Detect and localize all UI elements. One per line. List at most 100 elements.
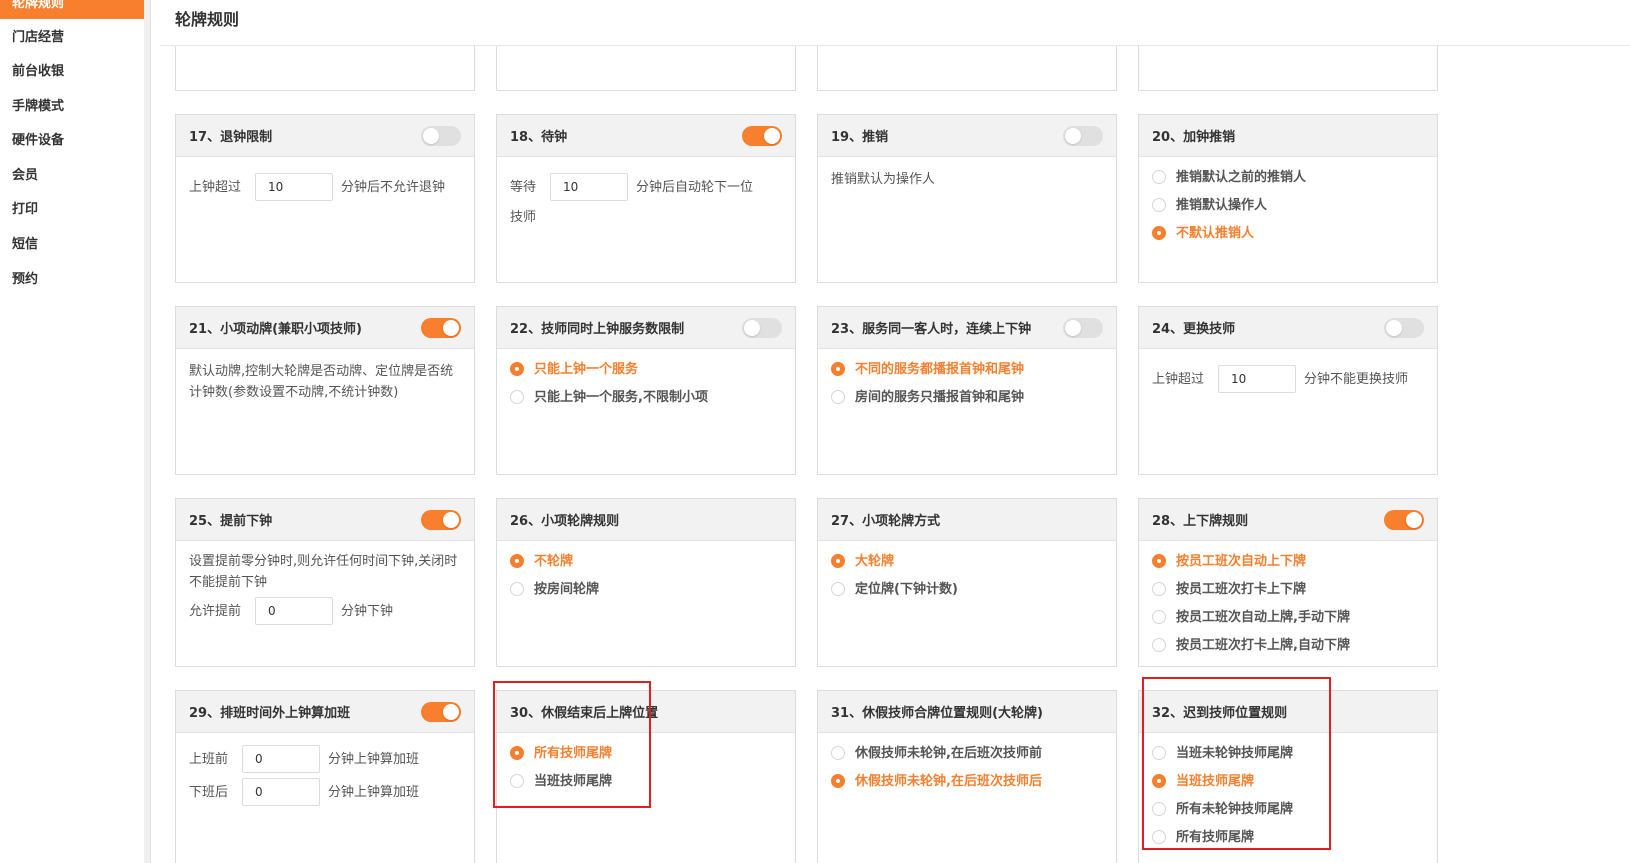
card-28-board-rules: 28、上下牌规则 按员工班次自动上下牌 按员工班次打卡上下牌 按员工班次自动上牌… [1138, 498, 1438, 667]
card-title: 30、休假结束后上牌位置 [510, 706, 659, 721]
card-partial-1 [175, 46, 475, 91]
field-label: 上钟超过 [189, 179, 242, 195]
sidebar-item-rotation-rules[interactable]: 轮牌规则 [0, 0, 145, 19]
sidebar-item-print[interactable]: 打印 [0, 195, 145, 225]
sidebar-item-hand-tag-mode[interactable]: 手牌模式 [0, 92, 145, 122]
card-title: 28、上下牌规则 [1152, 514, 1249, 529]
toggle-switch[interactable] [421, 317, 461, 338]
radio-icon [1152, 802, 1166, 816]
card-partial-3 [817, 46, 1117, 91]
radio-icon [1152, 198, 1166, 212]
radio-option[interactable]: 当班未轮钟技师尾牌 [1152, 739, 1424, 767]
field-suffix: 分钟不能更换技师 [1304, 371, 1409, 387]
toggle-switch[interactable] [1063, 317, 1103, 338]
radio-option[interactable]: 推销默认之前的推销人 [1152, 163, 1424, 191]
sidebar-item-front-desk-cashier[interactable]: 前台收银 [0, 57, 145, 87]
radio-option[interactable]: 当班技师尾牌 [1152, 767, 1424, 795]
sidebar-item-hardware[interactable]: 硬件设备 [0, 126, 145, 156]
radio-option[interactable]: 大轮牌 [831, 547, 1103, 575]
card-description: 默认动牌,控制大轮牌是否动牌、定位牌是否统计钟数(参数设置不动牌,不统计钟数) [189, 364, 454, 400]
card-30-post-leave-position: 30、休假结束后上牌位置 所有技师尾牌 当班技师尾牌 [496, 690, 796, 863]
card-title: 26、小项轮牌规则 [510, 514, 620, 529]
radio-option[interactable]: 休假技师未轮钟,在后班次技师后 [831, 767, 1103, 795]
radio-icon [1152, 610, 1166, 624]
radio-option[interactable]: 当班技师尾牌 [510, 767, 782, 795]
field-label: 上班前 [189, 751, 229, 767]
toggle-switch[interactable] [742, 317, 782, 338]
card-23-same-customer: 23、服务同一客人时，连续上下钟 不同的服务都播报首钟和尾钟 房间的服务只播报首… [817, 306, 1117, 475]
radio-icon [831, 362, 845, 376]
field-label: 等待 [510, 179, 537, 195]
minutes-input[interactable] [550, 173, 629, 201]
radio-icon [1152, 774, 1166, 788]
card-17-checkout-limit: 17、退钟限制 上钟超过 分钟后不允许退钟 [175, 114, 475, 283]
radio-icon [831, 582, 845, 596]
card-20-extension-promotion: 20、加钟推销 推销默认之前的推销人 推销默认操作人 不默认推销人 [1138, 114, 1438, 283]
card-32-late-technician-rule: 32、迟到技师位置规则 当班未轮钟技师尾牌 当班技师尾牌 所有未轮钟技师尾牌 所… [1138, 690, 1438, 863]
toggle-switch[interactable] [742, 125, 782, 146]
card-29-overtime: 29、排班时间外上钟算加班 上班前分钟上钟算加班 下班后分钟上钟算加班 [175, 690, 475, 863]
card-24-change-technician: 24、更换技师 上钟超过 分钟不能更换技师 [1138, 306, 1438, 475]
card-title: 19、推销 [831, 130, 889, 145]
sidebar-item-member[interactable]: 会员 [0, 161, 145, 191]
radio-option[interactable]: 所有未轮钟技师尾牌 [1152, 795, 1424, 823]
radio-option[interactable]: 定位牌(下钟计数) [831, 575, 1103, 603]
toggle-switch[interactable] [1384, 317, 1424, 338]
toggle-switch[interactable] [421, 125, 461, 146]
page-title: 轮牌规则 [175, 10, 240, 29]
radio-option[interactable]: 不默认推销人 [1152, 219, 1424, 247]
radio-icon [831, 746, 845, 760]
card-title: 20、加钟推销 [1152, 130, 1236, 145]
radio-option[interactable]: 按员工班次自动上牌,手动下牌 [1152, 603, 1424, 631]
card-19-promotion: 19、推销 推销默认为操作人 [817, 114, 1117, 283]
radio-option[interactable]: 按员工班次自动上下牌 [1152, 547, 1424, 575]
radio-option[interactable]: 只能上钟一个服务,不限制小项 [510, 383, 782, 411]
card-18-waiting: 18、待钟 等待 分钟后自动轮下一位 技师 [496, 114, 796, 283]
radio-option[interactable]: 不轮牌 [510, 547, 782, 575]
card-title: 22、技师同时上钟服务数限制 [510, 322, 685, 337]
radio-option[interactable]: 房间的服务只播报首钟和尾钟 [831, 383, 1103, 411]
card-partial-4 [1138, 46, 1438, 91]
minutes-input[interactable] [242, 745, 321, 773]
field-suffix-wrap: 技师 [510, 210, 537, 225]
radio-option[interactable]: 所有技师尾牌 [1152, 823, 1424, 851]
radio-icon [831, 554, 845, 568]
card-title: 32、迟到技师位置规则 [1152, 706, 1288, 721]
minutes-input[interactable] [242, 778, 321, 806]
field-suffix: 分钟上钟算加班 [328, 751, 420, 767]
minutes-input[interactable] [255, 597, 334, 625]
field-label: 上钟超过 [1152, 371, 1205, 387]
card-title: 24、更换技师 [1152, 322, 1236, 337]
radio-option[interactable]: 按房间轮牌 [510, 575, 782, 603]
radio-option[interactable]: 休假技师未轮钟,在后班次技师前 [831, 739, 1103, 767]
card-27-minor-rotation-mode: 27、小项轮牌方式 大轮牌 定位牌(下钟计数) [817, 498, 1117, 667]
radio-icon [1152, 226, 1166, 240]
radio-icon [1152, 638, 1166, 652]
minutes-input[interactable] [1218, 365, 1297, 393]
sidebar-item-store-operation[interactable]: 门店经营 [0, 23, 145, 53]
toggle-switch[interactable] [1384, 509, 1424, 530]
field-suffix: 分钟后不允许退钟 [341, 179, 446, 195]
toggle-switch[interactable] [421, 701, 461, 722]
radio-option[interactable]: 只能上钟一个服务 [510, 355, 782, 383]
radio-option[interactable]: 不同的服务都播报首钟和尾钟 [831, 355, 1103, 383]
radio-option[interactable]: 推销默认操作人 [1152, 191, 1424, 219]
toggle-switch[interactable] [1063, 125, 1103, 146]
radio-icon [831, 390, 845, 404]
sidebar-item-sms[interactable]: 短信 [0, 230, 145, 260]
sidebar-item-reservation[interactable]: 预约 [0, 265, 145, 295]
radio-option[interactable]: 所有技师尾牌 [510, 739, 782, 767]
card-description: 设置提前零分钟时,则允许任何时间下钟,关闭时不能提前下钟 [189, 554, 458, 590]
radio-icon [510, 554, 524, 568]
toggle-switch[interactable] [421, 509, 461, 530]
radio-icon [510, 774, 524, 788]
radio-icon [510, 362, 524, 376]
radio-icon [510, 746, 524, 760]
minutes-input[interactable] [255, 173, 334, 201]
radio-option[interactable]: 按员工班次打卡上牌,自动下牌 [1152, 631, 1424, 659]
radio-option[interactable]: 按员工班次打卡上下牌 [1152, 575, 1424, 603]
card-title: 27、小项轮牌方式 [831, 514, 941, 529]
radio-icon [1152, 170, 1166, 184]
radio-icon [831, 774, 845, 788]
field-label: 下班后 [189, 784, 229, 800]
